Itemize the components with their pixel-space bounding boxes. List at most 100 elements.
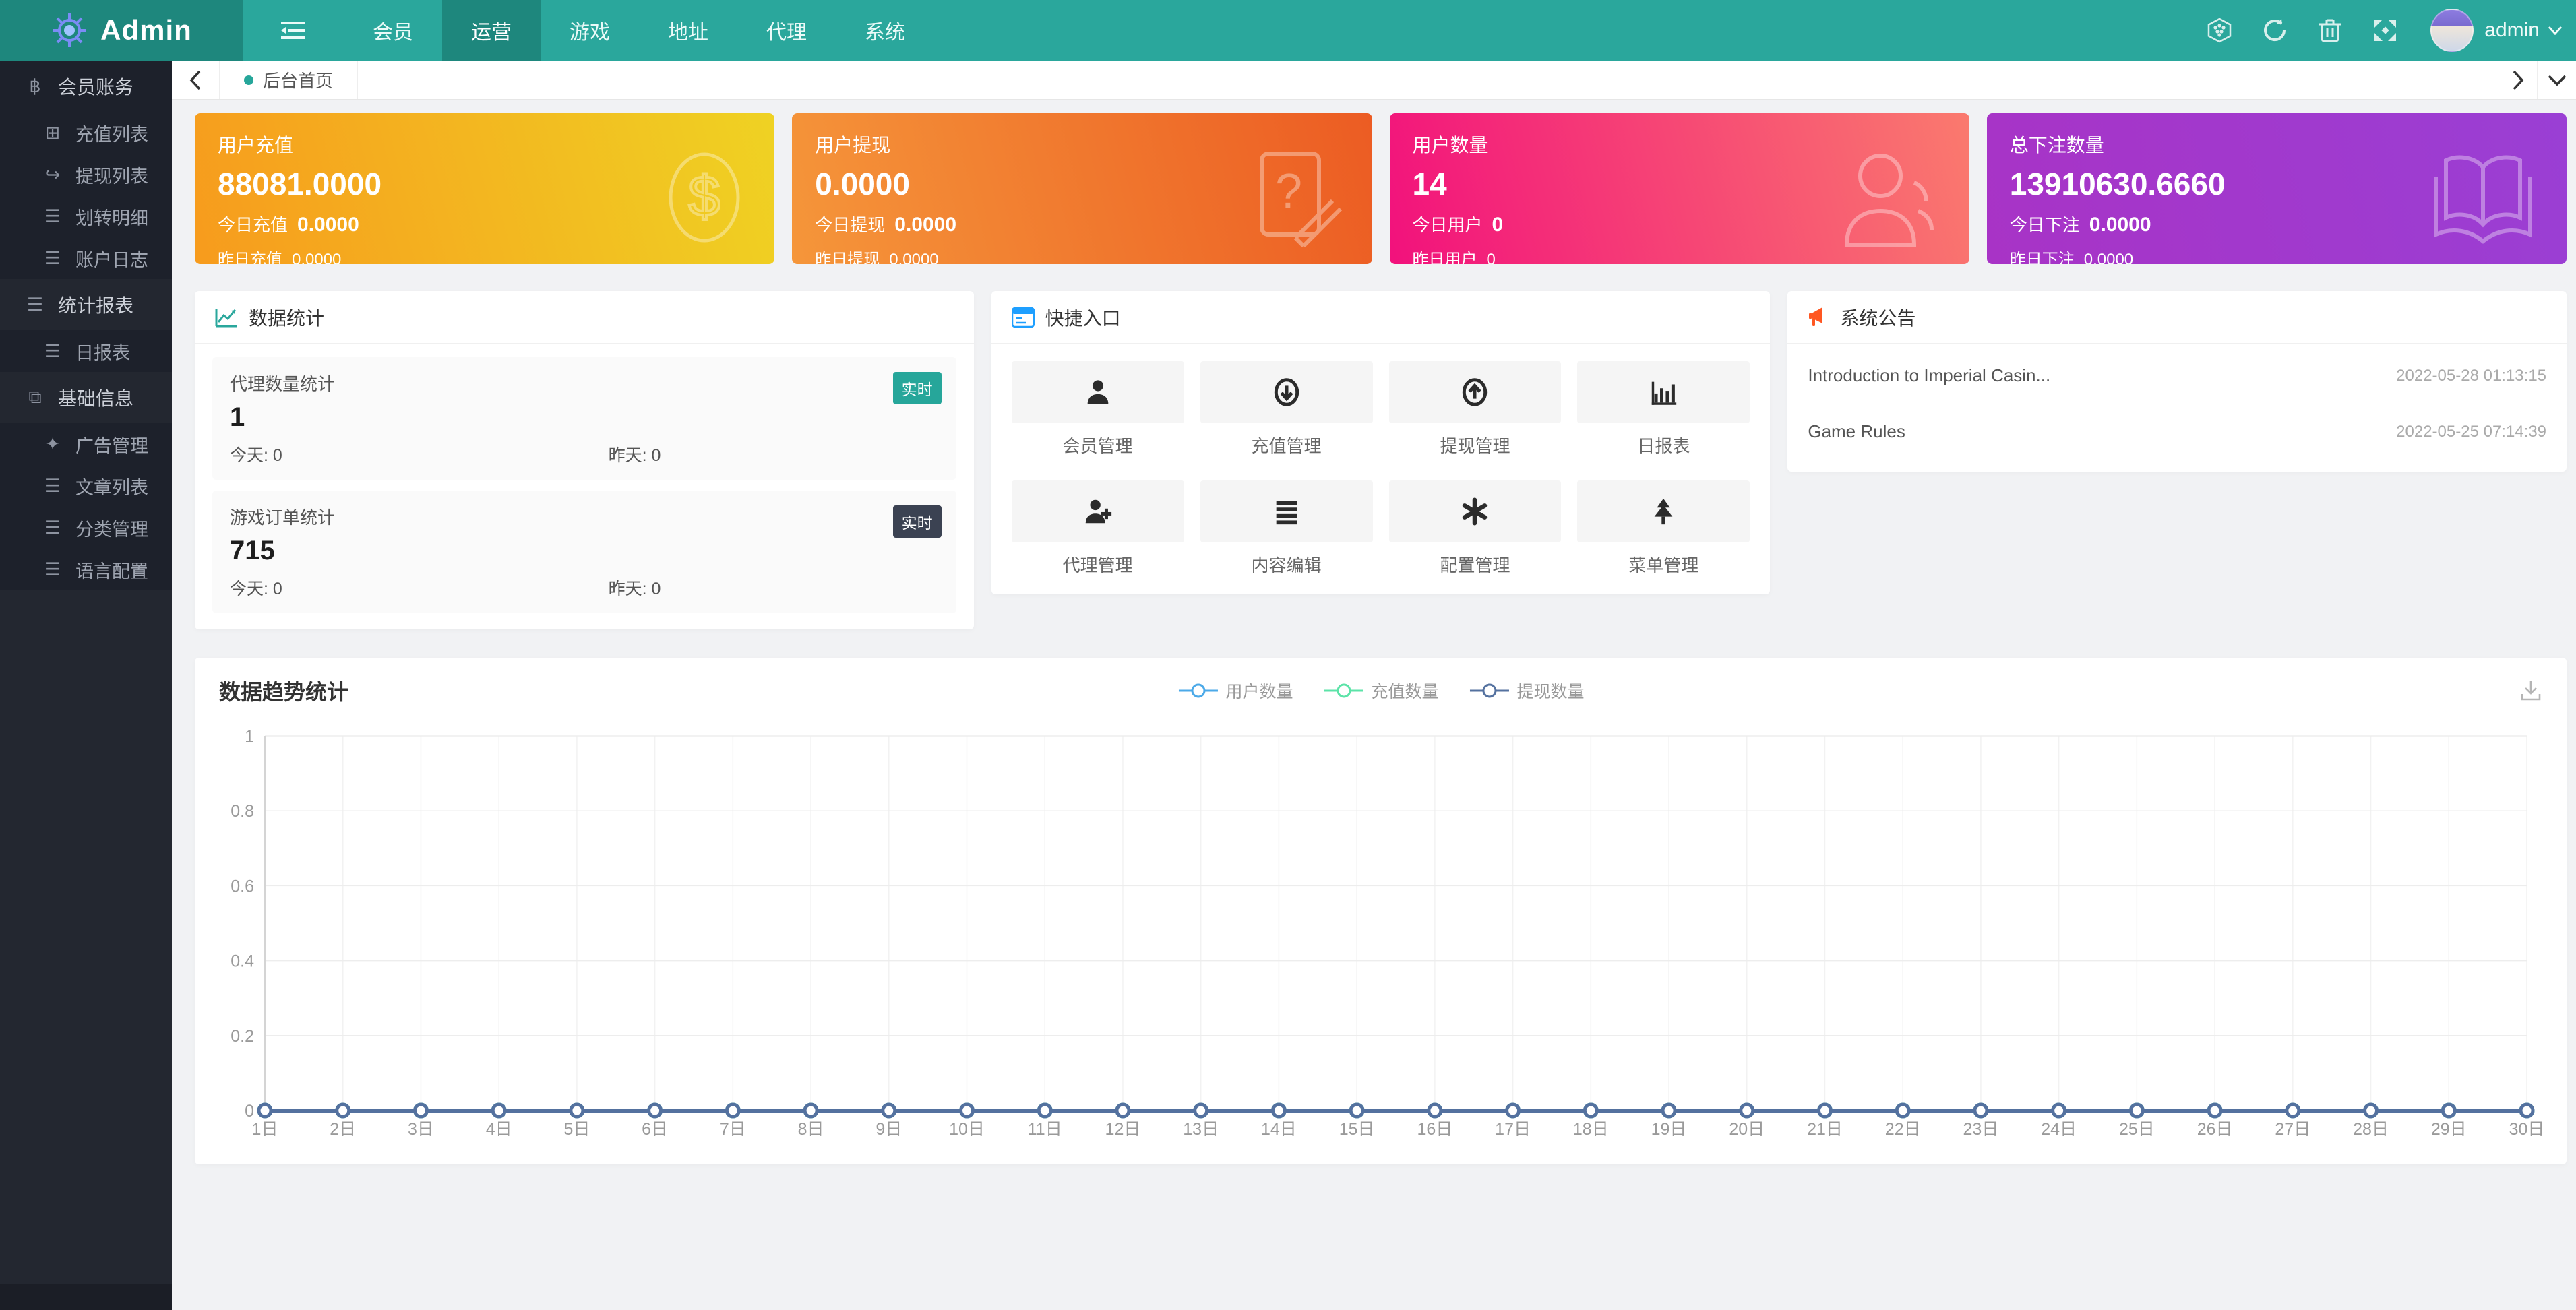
users-icon xyxy=(1839,144,1940,251)
stat-card-user-withdraw: 用户提现 0.0000 今日提现0.0000 昨日提现0.0000 ? xyxy=(792,113,1372,264)
svg-text:0: 0 xyxy=(245,1102,254,1121)
quick-tile-withdraw-management[interactable]: 提现管理 xyxy=(1389,361,1562,458)
admin-dashboard: Admin 会员 运营 游戏 地址 代理 系统 xyxy=(0,0,2576,1310)
sidebar-item-transfer-detail[interactable]: ☰ 划转明细 xyxy=(0,195,172,237)
svg-text:$: $ xyxy=(689,164,720,228)
quick-tile-config-management[interactable]: 配置管理 xyxy=(1389,480,1562,577)
quick-tile-recharge-management[interactable]: 充值管理 xyxy=(1200,361,1373,458)
collapse-sidebar-icon[interactable] xyxy=(243,0,344,61)
sidebar-item-withdraw-list[interactable]: ↪ 提现列表 xyxy=(0,154,172,195)
fullscreen-icon[interactable] xyxy=(2358,0,2413,61)
svg-text:16日: 16日 xyxy=(1417,1120,1452,1139)
stat-card-total-bets: 总下注数量 13910630.6660 今日下注0.0000 昨日下注0.000… xyxy=(1987,113,2567,264)
svg-text:12日: 12日 xyxy=(1105,1120,1141,1139)
svg-text:2日: 2日 xyxy=(330,1120,356,1139)
user-menu[interactable]: admin xyxy=(2484,19,2563,42)
dollar-circle-icon: $ xyxy=(664,147,745,248)
tabs-menu-icon[interactable] xyxy=(2537,61,2576,99)
svg-text:0.2: 0.2 xyxy=(231,1027,254,1046)
svg-text:21日: 21日 xyxy=(1807,1120,1843,1139)
quick-tile-content-editing[interactable]: 内容编辑 xyxy=(1200,480,1373,577)
brand[interactable]: Admin xyxy=(0,0,243,61)
tabs-scroll-right-icon[interactable] xyxy=(2498,61,2537,99)
user-name: admin xyxy=(2484,19,2540,42)
svg-text:10日: 10日 xyxy=(949,1120,985,1139)
svg-text:22日: 22日 xyxy=(1885,1120,1921,1139)
sidebar-item-ad-management[interactable]: ✦ 广告管理 xyxy=(0,423,172,465)
panel-title: 系统公告 xyxy=(1840,304,1915,331)
announcement-item[interactable]: Introduction to Imperial Casin... 2022-0… xyxy=(1808,348,2546,404)
brand-title: Admin xyxy=(100,14,192,46)
download-chart-icon[interactable] xyxy=(2519,679,2542,702)
quick-tile-menu-management[interactable]: 菜单管理 xyxy=(1577,480,1750,577)
svg-text:0.4: 0.4 xyxy=(231,952,254,971)
ad-management-icon: ✦ xyxy=(38,434,67,455)
gear-logo-icon xyxy=(51,11,88,49)
sidebar-item-daily-report[interactable]: ☰ 日报表 xyxy=(0,330,172,372)
agent-count-stat-card: 代理数量统计 实时 1 今天: 0 昨天: 0 xyxy=(212,357,956,480)
asterisk-icon xyxy=(1459,496,1490,527)
menu-lines-icon xyxy=(1271,496,1302,527)
list-icon: ☰ xyxy=(38,559,67,580)
svg-text:14日: 14日 xyxy=(1261,1120,1297,1139)
svg-text:18日: 18日 xyxy=(1573,1120,1609,1139)
nav-item-system[interactable]: 系统 xyxy=(836,0,934,61)
announcements-panel: 系统公告 Introduction to Imperial Casin... 2… xyxy=(1787,291,2567,472)
circle-arrow-up-icon xyxy=(1459,377,1490,408)
sidebar-section-stat-reports[interactable]: ☰ 统计报表 xyxy=(0,279,172,330)
sidebar-item-category-management[interactable]: ☰ 分类管理 xyxy=(0,507,172,549)
svg-text:6日: 6日 xyxy=(642,1120,668,1139)
quick-tile-agent-management[interactable]: 代理管理 xyxy=(1012,480,1184,577)
nav-item-members[interactable]: 会员 xyxy=(344,0,442,61)
language-globe-icon[interactable] xyxy=(2192,0,2247,61)
tabbar: 后台首页 xyxy=(172,61,2576,100)
main-area: 后台首页 用户充值 88081.0000 今日充值0.0000 昨日充值0.00… xyxy=(172,61,2576,1310)
nav-item-operations[interactable]: 运营 xyxy=(442,0,541,61)
trend-chart: 00.20.40.60.811日2日3日4日5日6日7日8日9日10日11日12… xyxy=(195,713,2567,1155)
nav-item-agents[interactable]: 代理 xyxy=(737,0,836,61)
sidebar: ฿ 会员账务 ⊞ 充值列表 ↪ 提现列表 ☰ 划转明细 ☰ 账户日志 ☰ 统计报… xyxy=(0,61,172,1310)
copy-icon: ⧉ xyxy=(20,387,50,408)
sidebar-item-account-log[interactable]: ☰ 账户日志 xyxy=(0,237,172,279)
user-icon xyxy=(1082,377,1113,408)
user-plus-icon xyxy=(1082,496,1113,527)
svg-text:8日: 8日 xyxy=(798,1120,824,1139)
svg-text:20日: 20日 xyxy=(1729,1120,1765,1139)
realtime-badge: 实时 xyxy=(893,505,942,538)
svg-text:3日: 3日 xyxy=(408,1120,434,1139)
legend-item-withdraw[interactable]: 提现数量 xyxy=(1469,679,1585,703)
main-menu: 会员 运营 游戏 地址 代理 系统 xyxy=(243,0,934,61)
legend-item-users[interactable]: 用户数量 xyxy=(1177,679,1293,703)
sidebar-item-language-config[interactable]: ☰ 语言配置 xyxy=(0,549,172,590)
svg-text:11日: 11日 xyxy=(1028,1120,1062,1139)
svg-text:24日: 24日 xyxy=(2041,1120,2077,1139)
share-arrow-icon: ↪ xyxy=(38,164,67,185)
nav-item-address[interactable]: 地址 xyxy=(639,0,737,61)
line-chart-icon xyxy=(215,306,238,329)
svg-text:29日: 29日 xyxy=(2431,1120,2467,1139)
sidebar-item-article-list[interactable]: ☰ 文章列表 xyxy=(0,465,172,507)
quick-tile-daily-report[interactable]: 日报表 xyxy=(1577,361,1750,458)
legend-item-recharge[interactable]: 充值数量 xyxy=(1322,679,1438,703)
avatar[interactable] xyxy=(2430,9,2474,52)
refresh-icon[interactable] xyxy=(2247,0,2302,61)
svg-text:15日: 15日 xyxy=(1339,1120,1375,1139)
panels-row: 数据统计 代理数量统计 实时 1 今天: 0 昨天: 0 xyxy=(195,291,2567,629)
announcement-item[interactable]: Game Rules 2022-05-25 07:14:39 xyxy=(1808,404,2546,460)
window-icon xyxy=(1012,307,1035,328)
svg-text:17日: 17日 xyxy=(1495,1120,1531,1139)
nav-item-games[interactable]: 游戏 xyxy=(541,0,639,61)
sidebar-section-basic-info[interactable]: ⧉ 基础信息 xyxy=(0,372,172,423)
sidebar-section-member-accounting[interactable]: ฿ 会员账务 xyxy=(0,61,172,112)
quick-entry-panel: 快捷入口 会员管理 xyxy=(991,291,1771,594)
svg-text:1: 1 xyxy=(245,727,254,746)
svg-text:4日: 4日 xyxy=(486,1120,512,1139)
tab-dashboard-home[interactable]: 后台首页 xyxy=(219,61,358,99)
trash-icon[interactable] xyxy=(2302,0,2358,61)
list-icon: ☰ xyxy=(38,476,67,497)
circle-arrow-down-icon xyxy=(1271,377,1302,408)
tabs-scroll-left-icon[interactable] xyxy=(172,61,219,99)
stat-card-user-recharge: 用户充值 88081.0000 今日充值0.0000 昨日充值0.0000 $ xyxy=(195,113,774,264)
quick-tile-member-management[interactable]: 会员管理 xyxy=(1012,361,1184,458)
sidebar-item-recharge-list[interactable]: ⊞ 充值列表 xyxy=(0,112,172,154)
